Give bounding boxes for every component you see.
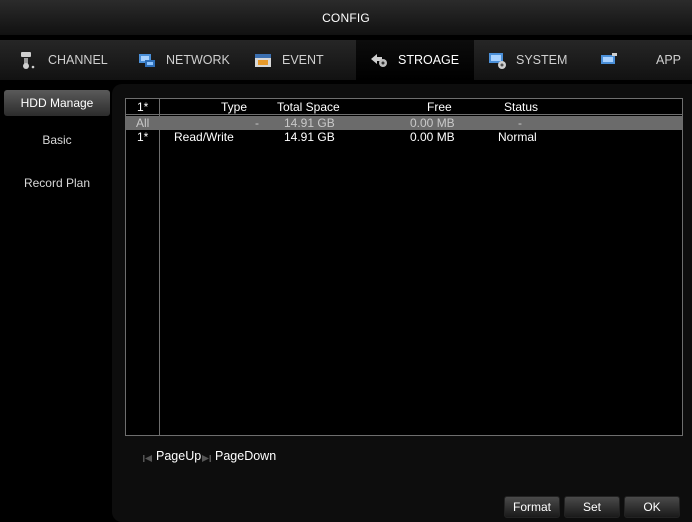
cell-type: - — [255, 116, 259, 130]
tab-network[interactable]: NETWORK — [124, 40, 242, 80]
table-row[interactable]: 1* Read/Write 14.91 GB 0.00 MB Normal — [126, 130, 682, 144]
tab-label: CHANNEL — [48, 53, 108, 67]
tab-system[interactable]: SYSTEM — [474, 40, 586, 80]
sidebar-item-basic[interactable]: Basic — [4, 127, 110, 153]
sidebar-item-label: Record Plan — [23, 176, 91, 190]
sidebar-item-label: Basic — [42, 133, 72, 147]
content-panel: 1* Type Total Space Free Status All - 14… — [112, 84, 692, 522]
column-header-type: Type — [221, 100, 248, 114]
tab-app[interactable]: APP — [586, 40, 692, 80]
cell-index: 1* — [137, 130, 149, 144]
page-up-label: PageUp — [156, 449, 202, 463]
table-header: 1* Type Total Space Free Status — [126, 99, 682, 115]
config-window: CONFIG CHANNEL NETWORK EVENT STROAGE SYS… — [0, 0, 692, 522]
network-icon — [136, 49, 158, 71]
column-header-free: Free — [427, 100, 452, 114]
tab-storage[interactable]: STROAGE — [356, 40, 474, 80]
title-bar: CONFIG — [0, 0, 692, 36]
cell-total-space: 14.91 GB — [284, 130, 335, 144]
page-up-button[interactable]: PageUp — [143, 448, 201, 464]
cell-total-space: 14.91 GB — [284, 116, 335, 130]
hdd-table: 1* Type Total Space Free Status All - 14… — [125, 98, 683, 436]
tab-label: EVENT — [282, 53, 324, 67]
cell-free: 0.00 MB — [410, 116, 455, 130]
event-icon — [252, 49, 274, 71]
tab-bar: CHANNEL NETWORK EVENT STROAGE SYSTEM APP — [0, 40, 692, 80]
set-button[interactable]: Set — [564, 496, 620, 518]
page-down-button[interactable]: PageDown — [202, 448, 276, 464]
table-row[interactable]: All - 14.91 GB 0.00 MB - — [126, 116, 682, 130]
cell-type: Read/Write — [174, 130, 234, 144]
page-down-label: PageDown — [215, 449, 277, 463]
tab-label: STROAGE — [398, 53, 460, 67]
window-title: CONFIG — [322, 10, 370, 25]
column-header-total-space: Total Space — [277, 100, 340, 114]
ok-button[interactable]: OK — [624, 496, 680, 518]
page-up-icon — [143, 452, 152, 462]
column-header-index: 1* — [137, 100, 149, 114]
system-icon — [486, 49, 508, 71]
column-header-status: Status — [504, 100, 539, 114]
tab-label: APP — [656, 53, 682, 67]
sidebar: HDD Manage Basic Record Plan — [0, 84, 112, 522]
cell-status: - — [518, 116, 522, 130]
tab-label: SYSTEM — [516, 53, 568, 67]
sidebar-item-label: HDD Manage — [20, 96, 94, 110]
tab-event[interactable]: EVENT — [242, 40, 352, 80]
cell-free: 0.00 MB — [410, 130, 455, 144]
cell-index: All — [136, 116, 150, 130]
format-button[interactable]: Format — [504, 496, 560, 518]
storage-icon — [368, 49, 390, 71]
tab-channel[interactable]: CHANNEL — [0, 40, 124, 80]
cell-status: Normal — [498, 130, 537, 144]
sidebar-item-hdd-manage[interactable]: HDD Manage — [4, 90, 110, 116]
channel-icon — [18, 49, 40, 71]
tab-label: NETWORK — [166, 53, 230, 67]
app-icon — [598, 49, 620, 71]
sidebar-item-record-plan[interactable]: Record Plan — [4, 170, 110, 196]
page-down-icon — [202, 452, 211, 462]
column-divider — [159, 99, 160, 435]
